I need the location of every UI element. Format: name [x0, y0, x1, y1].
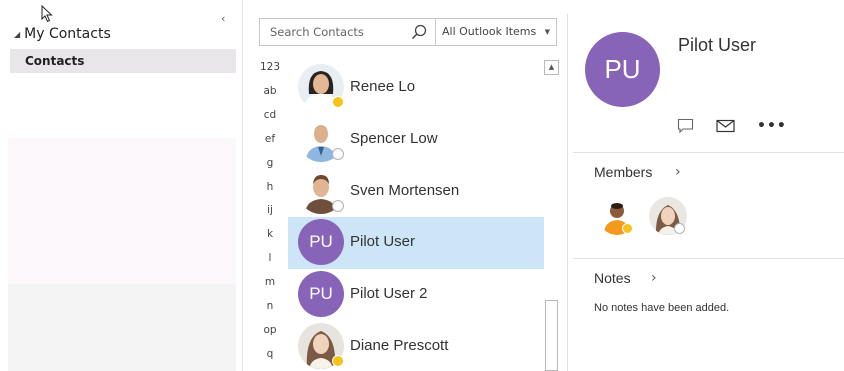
alphabet-index-item[interactable]: m	[252, 276, 288, 288]
expand-triangle-icon: ◢	[14, 29, 21, 39]
detail-avatar: PU	[585, 32, 660, 107]
notes-text: No notes have been added.	[594, 302, 730, 314]
contact-avatar-initials: PU	[298, 271, 344, 318]
scrollbar-thumb[interactable]	[545, 300, 558, 371]
section-divider	[573, 258, 844, 259]
contact-row[interactable]: Diane Prescott	[288, 321, 544, 371]
scroll-up-button[interactable]: ▲	[544, 60, 559, 75]
contact-name: Spencer Low	[350, 129, 438, 147]
contact-row[interactable]: PU Pilot User	[288, 217, 544, 270]
contact-row[interactable]: Renee Lo	[288, 62, 544, 114]
contact-row[interactable]: PU Pilot User 2	[288, 269, 544, 321]
members-heading[interactable]: Members	[594, 164, 652, 180]
search-scope-value: All Outlook Items	[442, 25, 537, 38]
alphabet-index-item[interactable]: g	[252, 157, 288, 169]
contact-name: Pilot User 2	[350, 285, 428, 303]
contact-name: Renee Lo	[350, 78, 416, 95]
search-input[interactable]	[260, 19, 408, 45]
presence-offline-icon	[674, 223, 685, 234]
contact-list-scrollbar[interactable]: ▲	[544, 60, 560, 371]
presence-offline-icon	[332, 199, 344, 212]
pane-divider	[567, 14, 568, 371]
alphabet-index-item[interactable]: ab	[252, 85, 288, 97]
presence-away-icon	[622, 223, 633, 234]
contact-list: Renee Lo Spencer Low Sven Mortensen PU Pilot…	[288, 60, 544, 371]
folder-pane-background	[8, 138, 236, 284]
notes-heading[interactable]: Notes	[594, 270, 631, 286]
presence-offline-icon	[332, 147, 344, 160]
more-options-icon[interactable]: •••	[757, 118, 787, 134]
chevron-right-icon[interactable]: ›	[651, 270, 657, 286]
my-contacts-label: My Contacts	[24, 26, 111, 42]
folder-item-contacts[interactable]: Contacts	[10, 49, 236, 73]
chevron-right-icon[interactable]: ›	[675, 164, 681, 180]
alphabet-index-item[interactable]: l	[252, 252, 288, 264]
contact-row[interactable]: Sven Mortensen	[288, 166, 544, 218]
search-box[interactable]	[259, 18, 436, 46]
folder-item-label: Contacts	[25, 54, 85, 68]
alphabet-index-item[interactable]: 123	[252, 61, 288, 73]
detail-contact-name: Pilot User	[678, 35, 757, 55]
my-contacts-group-header[interactable]: ◢ My Contacts	[14, 26, 111, 42]
folder-pane-footer	[8, 284, 236, 371]
folder-pane: ‹ ◢ My Contacts Contacts	[0, 0, 242, 371]
alphabet-index-item[interactable]: n	[252, 300, 288, 312]
alphabet-index-item[interactable]: op	[252, 324, 288, 336]
alphabet-index-item[interactable]: k	[252, 228, 288, 240]
alphabet-index-item[interactable]: ij	[252, 204, 288, 216]
contact-avatar-initials: PU	[298, 219, 344, 266]
alphabet-index-item[interactable]: cd	[252, 109, 288, 121]
search-icon[interactable]	[411, 24, 427, 40]
contact-name: Pilot User	[350, 233, 416, 251]
contact-row[interactable]: Spencer Low	[288, 114, 544, 166]
contact-name: Sven Mortensen	[350, 181, 460, 199]
collapse-pane-button[interactable]: ‹	[221, 12, 225, 25]
presence-away-icon	[332, 355, 344, 367]
alphabet-index-item[interactable]: h	[252, 181, 288, 193]
section-divider	[573, 152, 844, 153]
mouse-cursor-icon	[41, 5, 53, 23]
mail-icon[interactable]	[716, 119, 735, 133]
alphabet-index-item[interactable]: ef	[252, 133, 288, 145]
search-scope-dropdown[interactable]: All Outlook Items ▼	[436, 18, 557, 46]
chevron-down-icon: ▼	[544, 28, 550, 36]
presence-away-icon	[332, 96, 344, 108]
chat-icon[interactable]	[677, 118, 694, 134]
pane-divider	[242, 0, 243, 371]
contact-name: Diane Prescott	[350, 337, 449, 354]
alphabet-index-item[interactable]: q	[252, 348, 288, 360]
